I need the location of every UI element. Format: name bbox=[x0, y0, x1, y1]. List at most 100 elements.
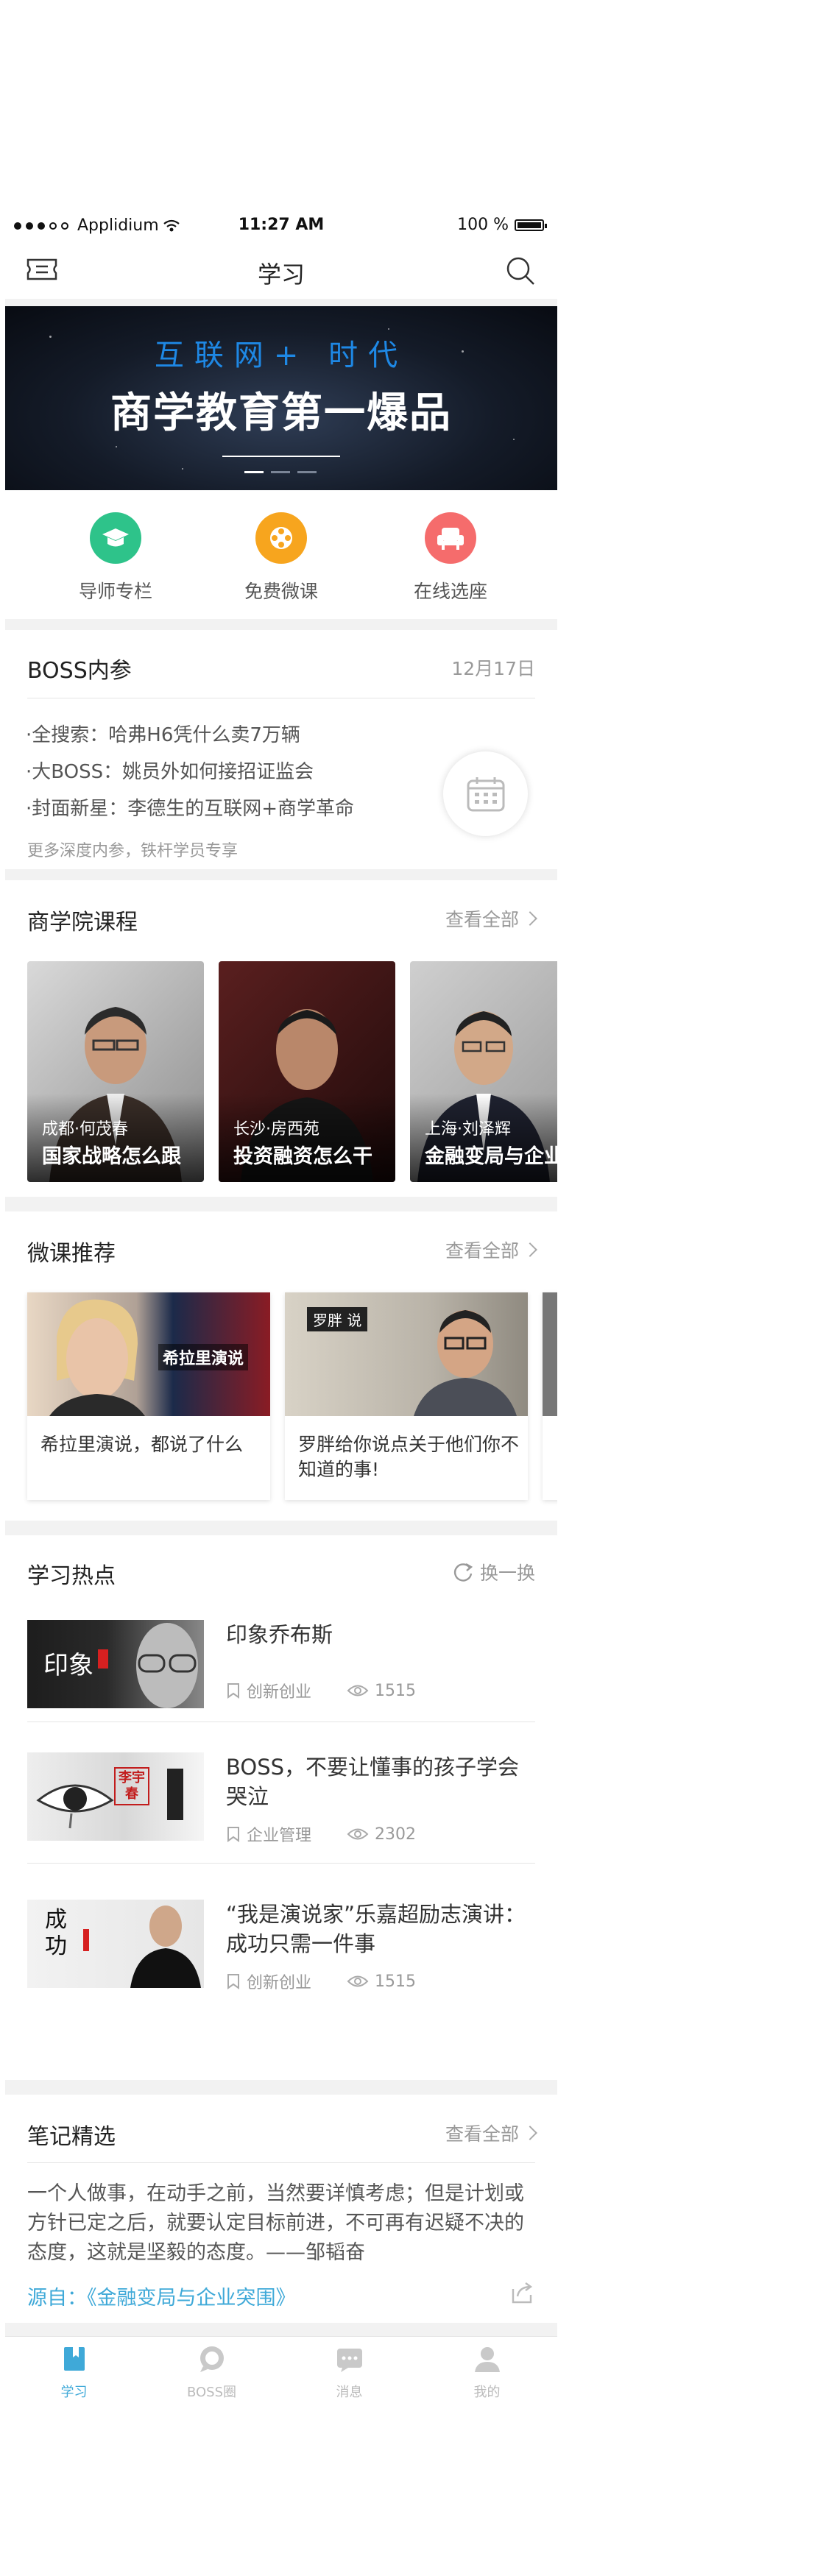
battery-percent: 100 % bbox=[457, 216, 509, 234]
micro-course-section: 微课推荐 查看全部 希拉里演说 希拉里演说，都说了什么 罗胖 说 罗胖给你说点关… bbox=[5, 1211, 557, 1521]
status-bar: Applidium 11:27 AM 100 % bbox=[5, 210, 557, 240]
chat-bubble-icon bbox=[199, 2346, 224, 2372]
phone-screen: Applidium 11:27 AM 100 % 学习 互联网+ 时代 商学教育… bbox=[5, 210, 557, 2405]
tab-messages[interactable]: 消息 bbox=[280, 2344, 418, 2401]
eye-icon bbox=[347, 1685, 369, 1696]
micro-course-thumbnail bbox=[543, 1292, 557, 1416]
micro-course-card[interactable]: 希拉里演说 希拉里演说，都说了什么 bbox=[27, 1292, 270, 1500]
share-icon[interactable] bbox=[510, 2280, 535, 2305]
thumbnail-text: 印象 bbox=[43, 1651, 93, 1680]
notes-section: 笔记精选 查看全部 一个人做事，在动手之前，当然要详慎考虑；但是计划或方针已定之… bbox=[5, 2095, 557, 2323]
view-all-link[interactable]: 查看全部 bbox=[445, 2120, 537, 2146]
armchair-icon bbox=[425, 512, 476, 564]
quick-links: 导师专栏 免费微课 在线选座 bbox=[5, 490, 557, 619]
promo-banner[interactable]: 互联网+ 时代 商学教育第一爆品 bbox=[5, 306, 557, 490]
course-card[interactable]: 长沙·房西苑 投资融资怎么干 bbox=[219, 961, 395, 1182]
film-reel-icon bbox=[255, 512, 307, 564]
hot-item-title: BOSS，不要让懂事的孩子学会哭泣 bbox=[226, 1755, 520, 1809]
view-all-link[interactable]: 查看全部 bbox=[445, 905, 537, 932]
course-title: 国家战略怎么跟 bbox=[42, 1145, 181, 1168]
hot-item-thumbnail: 李宇春 bbox=[27, 1752, 204, 1841]
course-title: 金融变局与企业 bbox=[425, 1145, 557, 1168]
banner-subtitle: 互联网+ 时代 bbox=[154, 339, 409, 372]
tab-label: BOSS圈 bbox=[186, 2385, 237, 2400]
quick-link-seat[interactable]: 在线选座 bbox=[377, 512, 524, 604]
divider bbox=[27, 1863, 535, 1864]
course-city: 成都·何茂春 bbox=[42, 1120, 128, 1139]
view-all-link[interactable]: 查看全部 bbox=[445, 1236, 537, 1263]
section-title: 微课推荐 bbox=[27, 1241, 116, 1267]
section-title: BOSS内参 bbox=[27, 658, 132, 684]
tab-mine[interactable]: 我的 bbox=[418, 2344, 556, 2401]
briefing-item[interactable]: ·大BOSS：姚员外如何接招证监会 bbox=[26, 757, 314, 784]
hot-item-title: 印象乔布斯 bbox=[226, 1622, 333, 1647]
micro-course-card-peek[interactable] bbox=[543, 1292, 557, 1500]
section-title: 商学院课程 bbox=[27, 910, 138, 935]
micro-course-thumbnail: 希拉里演说 bbox=[27, 1292, 270, 1416]
micro-course-title: 希拉里演说，都说了什么 bbox=[40, 1434, 244, 1455]
thumbnail-text: 罗胖 说 bbox=[307, 1307, 368, 1331]
hot-item-meta: 创新创业 1515 bbox=[226, 1679, 416, 1702]
tab-boss-circle[interactable]: BOSS圈 bbox=[143, 2344, 280, 2401]
micro-course-card[interactable]: 罗胖 说 罗胖给你说点关于他们你不知道的事! bbox=[285, 1292, 528, 1500]
page-dot[interactable] bbox=[271, 471, 290, 473]
refresh-label: 换一换 bbox=[479, 1563, 535, 1584]
battery-icon bbox=[515, 219, 547, 231]
divider bbox=[27, 2162, 535, 2163]
section-title: 笔记精选 bbox=[27, 2124, 116, 2150]
calendar-icon bbox=[467, 776, 504, 811]
quick-link-mentor[interactable]: 导师专栏 bbox=[42, 512, 189, 604]
tab-label: 我的 bbox=[473, 2385, 501, 2400]
micro-course-title: 罗胖给你说点关于他们你不知道的事! bbox=[298, 1434, 520, 1480]
search-icon[interactable] bbox=[504, 255, 537, 287]
hot-item[interactable]: 李宇春 BOSS，不要让懂事的孩子学会哭泣 企业管理 2302 bbox=[5, 1730, 557, 1864]
banner-page-indicator bbox=[244, 471, 317, 473]
course-card[interactable]: 成都·何茂春 国家战略怎么跟 bbox=[27, 961, 204, 1182]
tab-bar: 学习 BOSS圈 消息 我的 bbox=[5, 2336, 557, 2405]
quick-link-free-course[interactable]: 免费微课 bbox=[208, 512, 355, 604]
nav-bar: 学习 bbox=[5, 240, 557, 299]
tab-label: 学习 bbox=[60, 2385, 88, 2400]
hot-item[interactable]: 印象 印象乔布斯 创新创业 1515 bbox=[5, 1598, 557, 1723]
hot-item-views: 1515 bbox=[375, 1681, 417, 1700]
thumbnail-text: 希拉里演说 bbox=[158, 1344, 249, 1370]
view-all-label: 查看全部 bbox=[445, 909, 519, 930]
chevron-right-icon bbox=[523, 1242, 537, 1257]
hot-item-tag: 创新创业 bbox=[247, 1683, 312, 1702]
message-icon bbox=[336, 2349, 362, 2372]
hot-item-views: 1515 bbox=[375, 1972, 417, 1991]
hot-item-thumbnail: 印象 bbox=[27, 1620, 204, 1708]
hot-item-title: “我是演说家”乐嘉超励志演讲：成功只需一件事 bbox=[226, 1902, 526, 1956]
hot-item-tag: 创新创业 bbox=[247, 1974, 312, 1992]
bookmark-icon bbox=[227, 1827, 239, 1842]
chevron-right-icon bbox=[523, 2126, 537, 2140]
hot-item[interactable]: 成功 “我是演说家”乐嘉超励志演讲：成功只需一件事 创新创业 1515 bbox=[5, 1878, 557, 2003]
hot-item-meta: 企业管理 2302 bbox=[226, 1822, 416, 1846]
bookmark-icon bbox=[227, 1974, 239, 1989]
refresh-icon bbox=[453, 1563, 473, 1582]
briefing-item[interactable]: ·全搜索：哈弗H6凭什么卖7万辆 bbox=[26, 720, 300, 747]
refresh-button[interactable]: 换一换 bbox=[452, 1559, 535, 1585]
calendar-button[interactable] bbox=[443, 751, 528, 836]
note-source-link[interactable]: 源自：《金融变局与企业突围》 bbox=[27, 2282, 296, 2310]
battery-status: 100 % bbox=[457, 216, 547, 234]
banner-title: 商学教育第一爆品 bbox=[110, 389, 452, 437]
book-icon bbox=[63, 2347, 85, 2371]
tab-study[interactable]: 学习 bbox=[5, 2344, 143, 2401]
course-card[interactable]: 上海·刘泽辉 金融变局与企业 bbox=[410, 961, 557, 1182]
study-hot-section: 学习热点 换一换 印象 印象乔布斯 创新创业 1515 李宇春 BOSS，不要让… bbox=[5, 1535, 557, 2080]
page-title: 学习 bbox=[257, 261, 305, 289]
briefing-item[interactable]: ·封面新星：李德生的互联网+商学革命 bbox=[26, 793, 354, 821]
tab-label: 消息 bbox=[336, 2385, 363, 2400]
business-courses-section: 商学院课程 查看全部 成都·何茂春 国家战略怎么跟 长沙·房西苑 投资融资怎么干… bbox=[5, 880, 557, 1197]
hot-item-thumbnail: 成功 bbox=[27, 1900, 204, 1988]
page-dot[interactable] bbox=[297, 471, 317, 473]
hot-item-views: 2302 bbox=[375, 1825, 417, 1844]
chevron-right-icon bbox=[523, 911, 537, 926]
page-dot[interactable] bbox=[244, 471, 264, 473]
course-city: 长沙·房西苑 bbox=[233, 1120, 319, 1139]
course-city: 上海·刘泽辉 bbox=[425, 1120, 511, 1139]
thumbnail-text: 成功 bbox=[45, 1907, 67, 1959]
eye-icon bbox=[347, 1975, 369, 1987]
thumbnail-text: 李宇春 bbox=[114, 1767, 149, 1805]
